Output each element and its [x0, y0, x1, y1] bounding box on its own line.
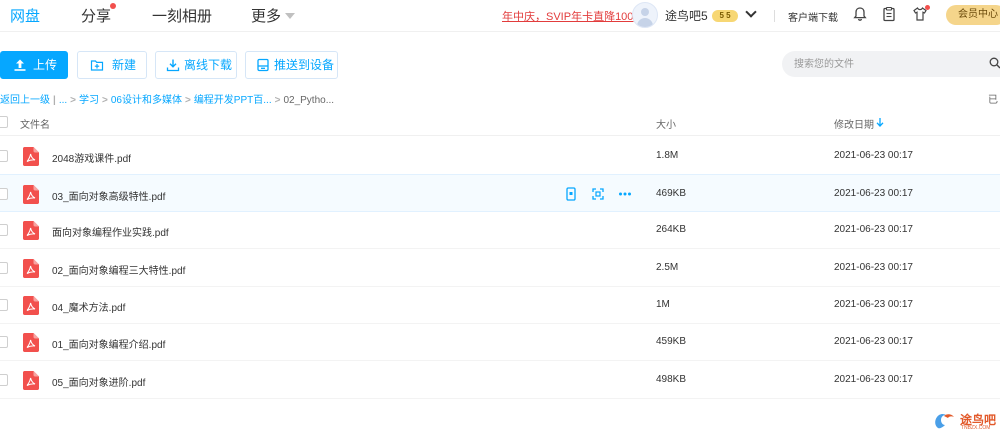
- chevron-down-icon[interactable]: [285, 13, 295, 19]
- skin-notification-dot: [925, 5, 930, 10]
- search-input[interactable]: [794, 51, 974, 77]
- new-label: 新建: [112, 58, 137, 72]
- column-header-size[interactable]: 大小: [656, 116, 676, 131]
- table-row[interactable]: 面向对象编程作业实践.pdf 264KB 2021-06-23 00:17: [0, 211, 1000, 249]
- offline-download-button[interactable]: 离线下载: [155, 51, 237, 79]
- push-to-device-label: 推送到设备: [274, 58, 335, 72]
- file-name[interactable]: 05_面向对象进阶.pdf: [52, 374, 145, 389]
- breadcrumb-ellipsis[interactable]: ...: [59, 95, 67, 106]
- table-row[interactable]: 2048游戏课件.pdf 1.8M 2021-06-23 00:17: [0, 137, 1000, 175]
- sort-down-arrow-icon[interactable]: [876, 117, 884, 127]
- file-modified-date: 2021-06-23 00:17: [834, 374, 913, 385]
- member-center-button[interactable]: 会员中心: [946, 5, 1000, 25]
- select-all-checkbox[interactable]: [0, 116, 8, 128]
- share-icon[interactable]: [591, 187, 605, 201]
- nav-more[interactable]: 更多: [251, 5, 281, 26]
- file-modified-date: 2021-06-23 00:17: [834, 336, 913, 347]
- divider: [774, 10, 775, 22]
- send-to-phone-icon[interactable]: [564, 187, 578, 201]
- file-name[interactable]: 01_面向对象编程介绍.pdf: [52, 336, 165, 351]
- file-modified-date: 2021-06-23 00:17: [834, 262, 913, 273]
- row-checkbox[interactable]: [0, 150, 8, 162]
- breadcrumb-separator: >: [274, 95, 281, 106]
- row-checkbox[interactable]: [0, 336, 8, 348]
- file-size: 469KB: [656, 188, 687, 199]
- push-to-device-button[interactable]: 推送到设备: [245, 51, 338, 79]
- table-header: 文件名 大小 修改日期: [0, 108, 1000, 136]
- loaded-count-text: 已: [988, 95, 998, 106]
- table-row[interactable]: 01_面向对象编程介绍.pdf 459KB 2021-06-23 00:17: [0, 323, 1000, 361]
- table-row[interactable]: 05_面向对象进阶.pdf 498KB 2021-06-23 00:17: [0, 361, 1000, 399]
- download-icon: [166, 59, 180, 72]
- file-modified-date: 2021-06-23 00:17: [834, 224, 913, 235]
- row-checkbox[interactable]: [0, 188, 8, 200]
- upload-icon: [14, 59, 26, 71]
- pdf-file-icon: [23, 185, 39, 204]
- breadcrumb-item-study[interactable]: 学习: [79, 95, 99, 106]
- breadcrumb-separator: >: [184, 95, 191, 106]
- pdf-file-icon: [23, 259, 39, 278]
- top-nav: 网盘 分享 一刻相册 更多 年中庆，SVIP年卡直降100 途鸟吧5 5 5 客…: [0, 0, 1000, 32]
- search-icon[interactable]: [989, 57, 1000, 69]
- table-row[interactable]: 03_面向对象高级特性.pdf 469KB 2021-06-23 00:17: [0, 174, 1000, 212]
- offline-download-label: 离线下载: [184, 58, 233, 72]
- device-icon: [257, 58, 269, 72]
- file-name[interactable]: 面向对象编程作业实践.pdf: [52, 224, 169, 239]
- file-name[interactable]: 02_面向对象编程三大特性.pdf: [52, 262, 185, 277]
- watermark-subtext: TNBZX.COM: [961, 425, 991, 431]
- file-size: 264KB: [656, 224, 687, 235]
- more-options-icon[interactable]: [618, 187, 632, 201]
- table-row[interactable]: 04_魔术方法.pdf 1M 2021-06-23 00:17: [0, 286, 1000, 324]
- clipboard-icon[interactable]: [881, 6, 897, 22]
- breadcrumb-item-ppt[interactable]: 编程开发PPT百...: [194, 95, 272, 106]
- column-header-name[interactable]: 文件名: [20, 116, 50, 131]
- row-checkbox[interactable]: [0, 262, 8, 274]
- bell-icon[interactable]: [852, 6, 868, 22]
- breadcrumb-separator: >: [70, 95, 76, 106]
- file-size: 2.5M: [656, 262, 679, 273]
- nav-share[interactable]: 分享: [81, 5, 111, 26]
- file-modified-date: 2021-06-23 00:17: [834, 150, 913, 161]
- row-checkbox[interactable]: [0, 224, 8, 236]
- breadcrumb-item-design[interactable]: 06设计和多媒体: [111, 95, 182, 106]
- breadcrumb-separator: >: [102, 95, 108, 106]
- upload-button[interactable]: 上传: [0, 51, 68, 79]
- upload-label: 上传: [33, 58, 58, 72]
- row-checkbox[interactable]: [0, 299, 8, 311]
- file-size: 1.8M: [656, 150, 679, 161]
- share-notification-dot: [110, 3, 116, 9]
- file-name[interactable]: 04_魔术方法.pdf: [52, 299, 125, 314]
- svip-promo-link[interactable]: 年中庆，SVIP年卡直降100: [502, 8, 633, 24]
- new-button[interactable]: 新建: [77, 51, 147, 79]
- pdf-file-icon: [23, 333, 39, 352]
- pdf-file-icon: [23, 296, 39, 315]
- user-menu-chevron-icon[interactable]: [745, 6, 757, 18]
- breadcrumb-back[interactable]: 返回上一级: [0, 95, 50, 106]
- pdf-file-icon: [23, 371, 39, 390]
- client-download-link[interactable]: 客户端下载: [788, 9, 838, 24]
- username[interactable]: 途鸟吧5: [665, 7, 708, 24]
- table-row[interactable]: 02_面向对象编程三大特性.pdf 2.5M 2021-06-23 00:17: [0, 249, 1000, 287]
- row-checkbox[interactable]: [0, 374, 8, 386]
- column-header-modified[interactable]: 修改日期: [834, 116, 874, 131]
- search-box: [782, 51, 1000, 77]
- pdf-file-icon: [23, 147, 39, 166]
- breadcrumb-current: 02_Pytho...: [283, 95, 335, 106]
- file-size: 498KB: [656, 374, 687, 385]
- avatar[interactable]: [632, 2, 658, 28]
- breadcrumb: 返回上一级 |... > 学习 >06设计和多媒体 > 编程开发PPT百... >02_Pyt…: [0, 91, 334, 106]
- file-size: 459KB: [656, 336, 687, 347]
- file-modified-date: 2021-06-23 00:17: [834, 188, 913, 199]
- breadcrumb-separator: |: [53, 95, 56, 106]
- nav-moments-album[interactable]: 一刻相册: [152, 5, 212, 26]
- file-name[interactable]: 03_面向对象高级特性.pdf: [52, 188, 165, 203]
- vip-level-badge: 5 5: [712, 10, 738, 22]
- file-size: 1M: [656, 299, 670, 310]
- nav-netdisk[interactable]: 网盘: [10, 5, 40, 26]
- pdf-file-icon: [23, 221, 39, 240]
- new-folder-icon: [90, 60, 104, 71]
- file-name[interactable]: 2048游戏课件.pdf: [52, 150, 131, 165]
- file-modified-date: 2021-06-23 00:17: [834, 299, 913, 310]
